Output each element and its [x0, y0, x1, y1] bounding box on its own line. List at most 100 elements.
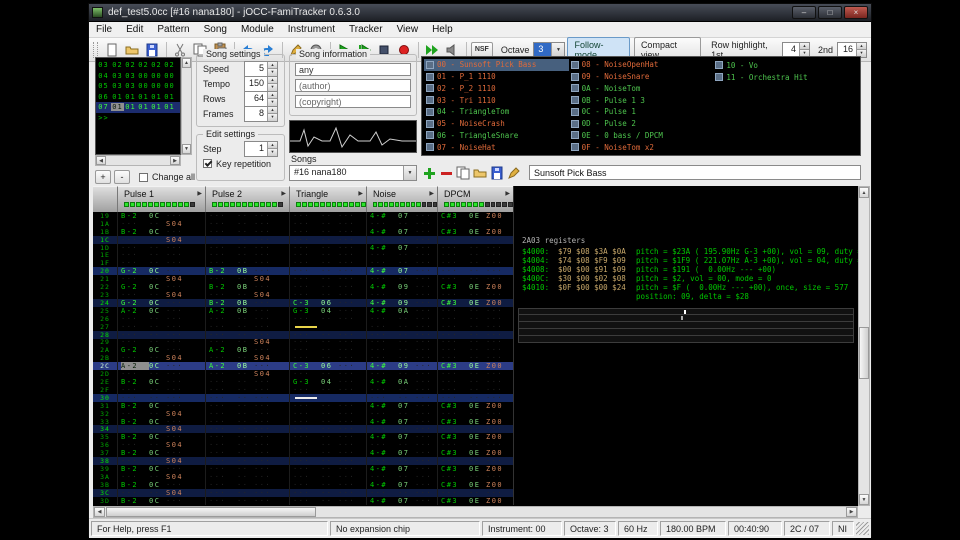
pattern-cell-p1[interactable]: A-2 0C ··· [117, 306, 205, 315]
instrument-item-0E[interactable]: 0E - 0 bass / DPCM [569, 130, 714, 142]
pattern-cell-dp[interactable]: ··· ·· ··· [437, 409, 513, 418]
tempo-spinner[interactable]: 150 ▲ ▼ [244, 75, 278, 92]
effect-expand-icon[interactable]: ▶ [505, 190, 510, 197]
frame-pattern-cell[interactable]: 00 [150, 72, 163, 80]
pattern-row[interactable]: 3A ··· ·· S04 ··· ·· ··· ··· ·· ··· ··· ·· ··· ··· ·· ·… [93, 473, 513, 481]
scroll-left-icon[interactable]: ◀ [94, 507, 105, 517]
pattern-cell-p2[interactable]: ··· ·· S04 [205, 291, 289, 299]
effect-expand-icon[interactable]: ▶ [358, 190, 363, 197]
pattern-cell-p1[interactable]: G-2 0C ··· [117, 298, 205, 307]
scroll-right-icon[interactable]: ▶ [846, 507, 857, 517]
pattern-cell-dp[interactable]: C#3 0E Z00 [437, 480, 513, 489]
pattern-cell-tr[interactable]: ··· ·· ··· [289, 385, 366, 394]
vertical-scroll-thumb[interactable] [859, 327, 869, 379]
pattern-cell-no[interactable]: 4-# 0A ··· [366, 378, 437, 386]
pattern-row[interactable]: 22 G-2 0C ··· B-2 0B ··· ··· ·· ··· 4-# 09 ··· C#3 0E Z… [93, 283, 513, 291]
songs-select[interactable]: #16 nana180 ▼ [289, 165, 417, 181]
step-spinner[interactable]: 1 ▲ ▼ [244, 140, 278, 157]
frame-pattern-cell[interactable]: 01 [137, 93, 150, 101]
pattern-cell-no[interactable]: 4-# 07 ··· [366, 212, 437, 220]
pattern-cell-p1[interactable]: ··· ·· S04 [117, 425, 205, 434]
frame-pattern-cell[interactable]: 02 [150, 61, 163, 69]
pattern-cell-dp[interactable]: C#3 0E Z00 [437, 417, 513, 426]
scroll-down-icon[interactable]: ▼ [859, 494, 869, 505]
pattern-cell-no[interactable]: ··· ·· ··· [366, 275, 437, 284]
pattern-cell-p2[interactable]: ··· ·· ··· [205, 457, 289, 465]
menu-tracker[interactable]: Tracker [342, 23, 390, 36]
pattern-cell-p1[interactable]: ··· ·· ··· [117, 338, 205, 347]
pattern-cell-no[interactable]: ··· ·· ··· [366, 488, 437, 497]
pattern-cell-dp[interactable]: ··· ·· ··· [437, 425, 513, 434]
pattern-cell-no[interactable]: ··· ·· ··· [366, 346, 437, 355]
pattern-cell-dp[interactable]: ··· ·· ··· [437, 472, 513, 481]
pattern-row[interactable]: 32 ··· ·· S04 ··· ·· ··· ··· ·· ··· ··· ·· ··· ··· ·· ·… [93, 410, 513, 418]
pattern-cell-p1[interactable]: G-2 0C ··· [117, 283, 205, 292]
pattern-cell-p1[interactable]: ··· ·· S04 [117, 441, 205, 450]
chevron-down-icon[interactable]: ▼ [403, 166, 416, 180]
pattern-cell-p1[interactable]: ··· ·· S04 [117, 354, 205, 363]
pattern-cell-dp[interactable]: ··· ·· ··· [437, 338, 513, 347]
pattern-cell-no[interactable]: 4-# 07 ··· [366, 401, 437, 410]
pattern-cell-dp[interactable]: C#3 0E Z00 [437, 465, 513, 473]
pattern-cell-tr[interactable]: ··· ·· ··· [289, 314, 366, 323]
pattern-cell-tr[interactable]: C-3 06 ··· [289, 362, 366, 371]
pattern-row[interactable]: 1B B-2 0C ··· ··· ·· ··· ··· ·· ··· 4-# 07 ··· C#3 0E Z… [93, 228, 513, 236]
instrument-item-04[interactable]: 04 - TriangleTom [424, 106, 569, 118]
pattern-cell-p1[interactable]: ··· ·· ··· [117, 385, 205, 394]
pattern-cell-dp[interactable]: ··· ·· ··· [437, 306, 513, 315]
pattern-cell-p1[interactable]: ··· ·· S04 [117, 457, 205, 465]
add-icon[interactable] [421, 165, 437, 180]
pattern-cell-p1[interactable]: ··· ·· ··· [117, 314, 205, 323]
pattern-cell-dp[interactable]: ··· ·· ··· [437, 441, 513, 450]
pattern-cell-p2[interactable]: ··· ·· ··· [205, 212, 289, 220]
effect-expand-icon[interactable]: ▶ [197, 190, 202, 197]
spin-down-icon[interactable]: ▼ [268, 83, 277, 91]
pattern-cell-tr[interactable]: C-3 06 ··· [289, 298, 366, 307]
spin-down-icon[interactable]: ▼ [268, 113, 277, 121]
pattern-row[interactable]: 35 B-2 0C ··· ··· ·· ··· ··· ·· ··· 4-# 07 ··· C#3 0E Z… [93, 433, 513, 441]
effect-expand-icon[interactable]: ▶ [429, 190, 434, 197]
instrument-list[interactable]: 00 - Sunsoft Pick Bass 01 - P_1 1110 02 - … [421, 56, 861, 156]
title-bar[interactable]: def_test5.0cc [#16 nana180] - jOCC-FamiT… [89, 4, 871, 22]
pattern-cell-p1[interactable]: B-2 0C ··· [117, 401, 205, 410]
frame-row[interactable]: 07 01 01 01 01 01 [96, 102, 180, 113]
frames-spinner[interactable]: 8 ▲ ▼ [244, 105, 278, 122]
instrument-name-field[interactable]: Sunsoft Pick Bass [529, 165, 861, 180]
minimize-button[interactable]: – [792, 6, 816, 19]
pattern-cell-p2[interactable]: ··· ·· ··· [205, 330, 289, 339]
pattern-cell-p1[interactable]: ··· ·· S04 [117, 219, 205, 228]
instrument-item-0D[interactable]: 0D - Pulse 2 [569, 118, 714, 130]
instrument-item-0A[interactable]: 0A - NoiseTom [569, 83, 714, 95]
frame-vertical-scrollbar[interactable]: ▲ ▼ [181, 57, 192, 155]
pattern-cell-dp[interactable]: C#3 0E Z00 [437, 449, 513, 458]
pattern-cell-tr[interactable]: ··· ·· ··· [289, 227, 366, 236]
pattern-cell-tr[interactable]: ··· ·· ··· [289, 330, 366, 339]
channel-header-pulse-1[interactable]: Pulse 1 ▶ [117, 186, 205, 212]
pattern-cell-p2[interactable]: ··· ·· ··· [205, 449, 289, 458]
instrument-item-11[interactable]: 11 - Orchestra Hit [713, 71, 858, 83]
effect-expand-icon[interactable]: ▶ [281, 190, 286, 197]
pattern-cell-p2[interactable]: B-2 0B ··· [205, 283, 289, 292]
pattern-cell-dp[interactable]: C#3 0E Z00 [437, 496, 513, 505]
pattern-row[interactable]: 2F ··· ·· ··· ··· ·· ··· ··· ·· ··· ··· ·· ··· ··· ·· ·… [93, 386, 513, 394]
frame-horizontal-scrollbar[interactable]: ◀ ▶ [95, 155, 181, 166]
spin-down-icon[interactable]: ▼ [268, 98, 277, 106]
pattern-row[interactable]: 27 ··· ·· ··· ··· ·· ··· ··· ·· ··· ··· ·· ··· [93, 323, 513, 331]
scroll-up-icon[interactable]: ▲ [182, 58, 191, 68]
pattern-row[interactable]: 21 ··· ·· S04 ··· ·· S04 ··· ·· ··· ··· ·· ··· ··· ·· ·… [93, 275, 513, 283]
pattern-row[interactable]: 24 G-2 0C ··· B-2 0B ··· C-3 06 ··· 4-# 09 ··· C#3 0E Z… [93, 299, 513, 307]
pattern-cell-p2[interactable]: A-2 0B ··· [205, 362, 289, 371]
pattern-cell-dp[interactable]: ··· ·· ··· [437, 259, 513, 268]
pattern-cell-no[interactable]: 4-# 07 ··· [366, 480, 437, 489]
pattern-cell-p2[interactable]: ··· ·· ··· [205, 441, 289, 450]
pattern-row[interactable]: 39 B-2 0C ··· ··· ·· ··· ··· ·· ··· 4-# 07 ··· C#3 0E Z… [93, 465, 513, 473]
pattern-cell-tr[interactable]: G-3 04 ··· [289, 306, 366, 315]
pattern-cell-no[interactable]: 4-# 07 ··· [366, 433, 437, 442]
pattern-cell-p2[interactable]: ··· ·· ··· [205, 393, 289, 402]
pattern-cell-p1[interactable]: B-2 0C ··· [117, 227, 205, 236]
pattern-cell-tr[interactable]: ··· ·· ··· [289, 449, 366, 458]
edit-icon[interactable] [506, 165, 522, 180]
channel-header-pulse-2[interactable]: Pulse 2 ▶ [205, 186, 289, 212]
pattern-cell-p2[interactable]: B-2 0B ··· [205, 267, 289, 276]
pattern-cell-p2[interactable]: A-2 0B ··· [205, 306, 289, 315]
